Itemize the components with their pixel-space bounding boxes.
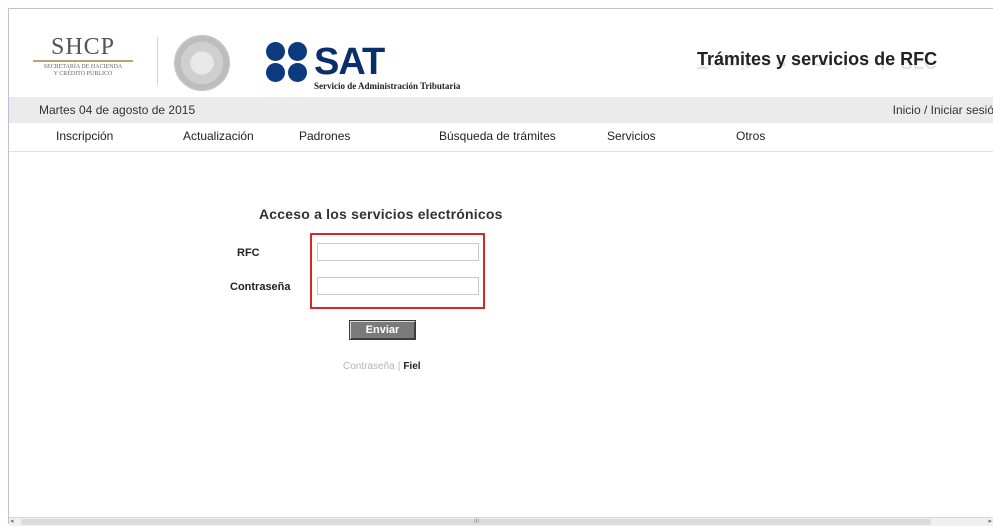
sat-logo-text[interactable]: SAT [314, 43, 385, 81]
horizontal-scrollbar[interactable]: ◂ III ▸ [9, 517, 993, 526]
page-title-reflection: Trámites y servicios de RFC [697, 62, 938, 72]
shcp-logo-subtitle-2: Y CRÉDITO PÚBLICO [53, 71, 113, 77]
logo-divider [157, 37, 158, 85]
sat-dot [288, 42, 307, 61]
nav-item-busqueda-de-tramites[interactable]: Búsqueda de trámites [439, 129, 556, 143]
rfc-label: RFC [237, 247, 260, 259]
shcp-logo-subtitle-1: SECRETARÍA DE HACIENDA [43, 64, 123, 70]
sat-dot [266, 42, 285, 61]
shcp-logo[interactable]: SHCP SECRETARÍA DE HACIENDA Y CRÉDITO PÚ… [27, 35, 139, 78]
nav-item-otros[interactable]: Otros [736, 129, 765, 143]
sat-dots-icon[interactable] [266, 42, 310, 84]
shcp-logo-rule [33, 60, 133, 62]
fiel-method-link[interactable]: Fiel [403, 361, 420, 372]
scrollbar-grip-icon: III [474, 519, 480, 525]
login-link[interactable]: Inicio / Iniciar sesió [893, 103, 993, 117]
sat-dot [266, 63, 285, 82]
date-bar: Martes 04 de agosto de 2015 Inicio / Ini… [9, 97, 993, 123]
rfc-input[interactable] [317, 243, 479, 261]
scroll-right-icon[interactable]: ▸ [988, 518, 992, 526]
sat-logo-subtitle: Servicio de Administración Tributaria [314, 81, 461, 91]
password-label: Contraseña [230, 281, 291, 293]
shcp-logo-title: SHCP [50, 34, 116, 60]
scroll-left-icon[interactable]: ◂ [10, 518, 14, 526]
current-date: Martes 04 de agosto de 2015 [39, 103, 196, 117]
sat-dot [288, 63, 307, 82]
link-separator: | [397, 361, 401, 372]
submit-button[interactable]: Enviar [349, 320, 416, 340]
nav-item-servicios[interactable]: Servicios [607, 129, 656, 143]
login-form-title: Acceso a los servicios electrónicos [259, 206, 503, 222]
main-nav: Inscripción Actualización Padrones Búsqu… [9, 123, 993, 152]
national-seal-icon [174, 35, 230, 91]
password-method-link[interactable]: Contraseña [343, 361, 395, 372]
nav-item-actualizacion[interactable]: Actualización [183, 129, 254, 143]
auth-method-links: Contraseña | Fiel [343, 361, 421, 372]
password-input[interactable] [317, 277, 479, 295]
nav-item-padrones[interactable]: Padrones [299, 129, 350, 143]
browser-frame: SHCP SECRETARÍA DE HACIENDA Y CRÉDITO PÚ… [8, 8, 993, 526]
site-header: SHCP SECRETARÍA DE HACIENDA Y CRÉDITO PÚ… [9, 9, 993, 97]
nav-item-inscripcion[interactable]: Inscripción [56, 129, 113, 143]
